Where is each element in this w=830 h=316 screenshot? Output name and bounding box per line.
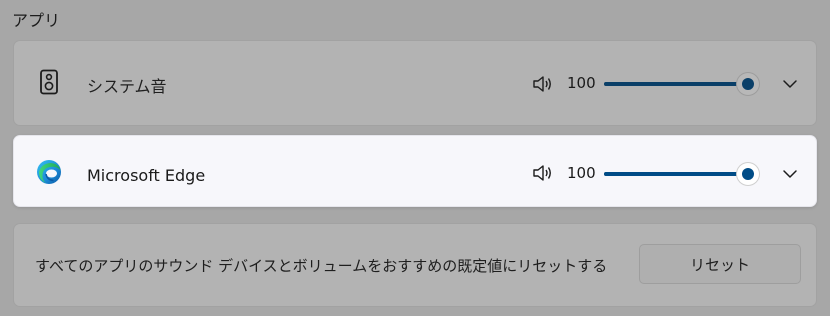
slider-fill xyxy=(604,82,748,86)
volume-icon[interactable] xyxy=(532,163,554,183)
app-volume-row-edge: Microsoft Edge 100 xyxy=(13,135,817,207)
chevron-down-icon[interactable] xyxy=(782,166,798,182)
app-name: システム音 xyxy=(87,77,167,96)
reset-button[interactable]: リセット xyxy=(639,244,801,284)
chevron-down-icon[interactable] xyxy=(782,76,798,92)
volume-slider[interactable] xyxy=(604,163,759,185)
app-name: Microsoft Edge xyxy=(87,166,206,185)
app-volume-row-system-sounds: システム音 100 xyxy=(13,40,817,126)
slider-fill xyxy=(604,172,748,176)
slider-thumb[interactable] xyxy=(737,163,759,185)
reset-row: すべてのアプリのサウンド デバイスとボリュームをおすすめの既定値にリセットする … xyxy=(13,223,817,307)
volume-icon[interactable] xyxy=(532,74,554,94)
slider-thumb[interactable] xyxy=(737,73,759,95)
edge-logo-icon xyxy=(37,160,61,184)
reset-description: すべてのアプリのサウンド デバイスとボリュームをおすすめの既定値にリセットする xyxy=(35,257,608,275)
volume-value: 100 xyxy=(567,74,596,92)
volume-value: 100 xyxy=(567,164,596,182)
speaker-device-icon xyxy=(40,69,58,95)
section-title: アプリ xyxy=(12,11,61,30)
volume-slider[interactable] xyxy=(604,73,759,95)
